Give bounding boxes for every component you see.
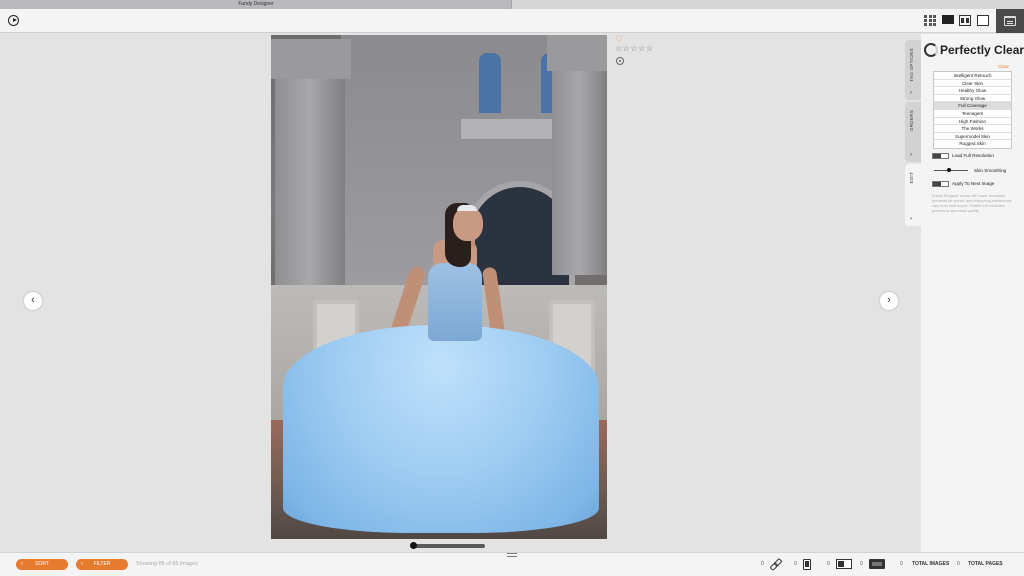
chevron-right-icon: › [910, 90, 912, 96]
perfectly-clear-panel: Perfectly Clear Clear Intelligent Retouc… [921, 34, 1024, 552]
preset-item[interactable]: The Works [934, 125, 1011, 133]
bottom-bar: ‹ SORT ‹ FILTER Showing 85 of 85 images … [0, 552, 1024, 576]
preset-item[interactable]: Rugged Skin [934, 140, 1011, 148]
compare-view-icon[interactable] [959, 15, 971, 26]
play-slideshow-icon[interactable] [8, 15, 19, 26]
calendar-button[interactable] [996, 9, 1024, 33]
count: 0 [794, 561, 797, 567]
toolbar [0, 9, 1024, 33]
spread-icon[interactable] [836, 559, 852, 569]
filmstrip-scrubber[interactable] [413, 544, 485, 548]
title-bar: Fundy Designer [0, 0, 1024, 9]
preset-item[interactable]: Intelligent Retouch [934, 72, 1011, 80]
filter-button[interactable]: ‹ FILTER [76, 559, 128, 570]
preset-list: Intelligent Retouch Clear Skin Healthy G… [933, 71, 1012, 149]
single-view-icon[interactable] [942, 15, 954, 26]
count: 0 [860, 561, 863, 567]
fullscreen-view-icon[interactable] [977, 15, 989, 26]
phone-icon[interactable] [803, 559, 811, 570]
chevron-right-icon: › [910, 216, 912, 222]
sort-button[interactable]: ‹ SORT [16, 559, 68, 570]
calendar-icon [1004, 16, 1016, 26]
load-full-resolution-toggle[interactable] [932, 153, 949, 159]
count: 0 [957, 561, 960, 567]
preset-item[interactable]: Clear Skin [934, 80, 1011, 88]
count: 0 [761, 561, 764, 567]
tab-edit[interactable]: EDIT › [905, 164, 921, 226]
perfectly-clear-logo-icon [924, 43, 938, 57]
count: 0 [827, 561, 830, 567]
tab-orders[interactable]: ORDERS › [905, 102, 921, 162]
skin-smoothing-slider[interactable] [934, 170, 968, 171]
clear-link[interactable]: Clear [998, 64, 1009, 69]
next-image-button[interactable]: › [880, 292, 898, 310]
main-photo[interactable] [271, 35, 607, 539]
preset-item[interactable]: Supermodel Skin [934, 133, 1011, 141]
edit-target-icon[interactable] [616, 57, 624, 65]
total-images-label: TOTAL IMAGES [912, 561, 950, 567]
total-pages-label: TOTAL PAGES [968, 561, 1003, 567]
previous-image-button[interactable]: ‹ [24, 292, 42, 310]
chevron-right-icon: › [910, 152, 912, 158]
panel-title: Perfectly Clear [940, 43, 1024, 57]
showing-count: Showing 85 of 85 images [136, 561, 198, 567]
scrubber-handle[interactable] [410, 542, 417, 549]
star-rating[interactable]: ☆☆☆☆☆ [615, 44, 653, 53]
link-icon[interactable] [770, 559, 780, 569]
preset-item[interactable]: High Fashion [934, 118, 1011, 126]
toggle-label: Apply To Next Image [952, 181, 995, 186]
preset-item-selected[interactable]: Full Coverage [934, 102, 1011, 110]
toggle-label: Load Full Resolution [952, 153, 994, 158]
album-icon[interactable] [869, 559, 885, 569]
count: 0 [900, 561, 903, 567]
preset-item[interactable]: Healthy Glow [934, 87, 1011, 95]
ball-gown [283, 325, 599, 533]
window-title: Fundy Designer [238, 1, 274, 7]
skin-smoothing-handle[interactable] [947, 168, 951, 172]
drag-handle-icon[interactable] [507, 553, 517, 557]
preset-item[interactable]: Teenagers [934, 110, 1011, 118]
side-tabs: TAG OPTIONS › ORDERS › EDIT › [905, 34, 921, 552]
tab-tag-options[interactable]: TAG OPTIONS › [905, 40, 921, 100]
skin-smoothing-row: Skin Smoothing [932, 167, 1022, 174]
image-stage: ‹ › ♡ ☆☆☆☆☆ [0, 34, 905, 552]
grid-view-icon[interactable] [924, 15, 936, 26]
slider-label: Skin Smoothing [974, 168, 1007, 173]
help-text: Fundy Designer works with lower resoluti… [932, 194, 1012, 213]
preset-item[interactable]: Strong Glow [934, 95, 1011, 103]
apply-next-toggle[interactable] [932, 181, 949, 187]
